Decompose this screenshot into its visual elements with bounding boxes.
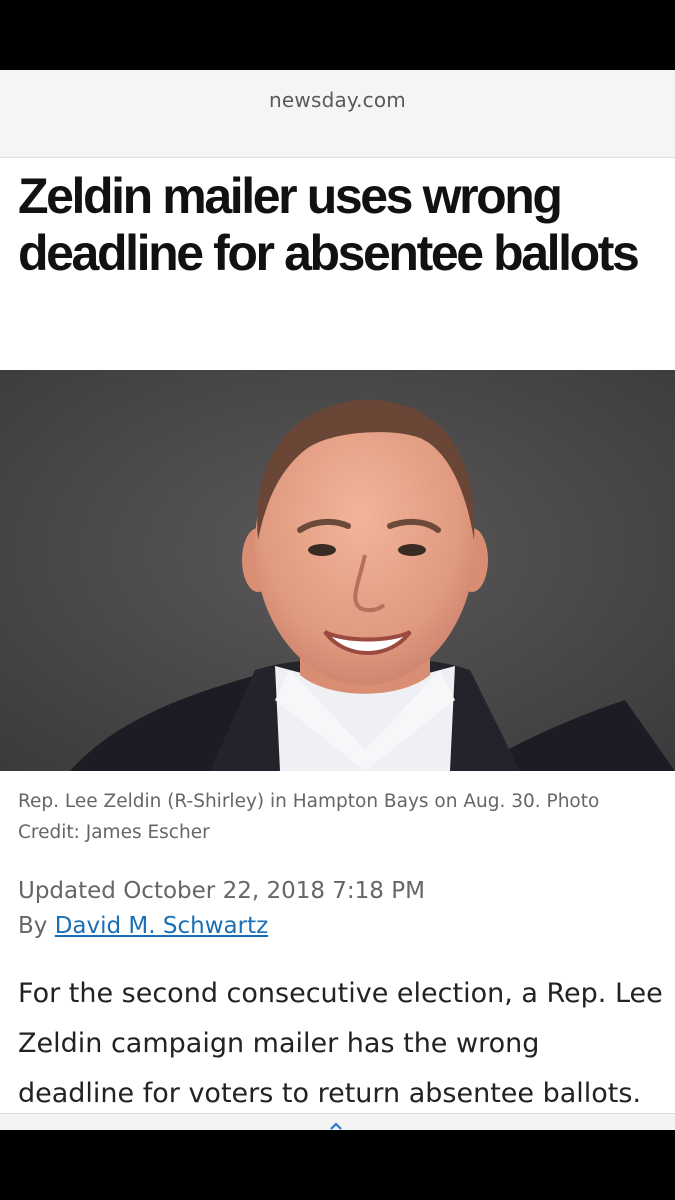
system-nav-bar [0,1130,675,1200]
article-headline: Zeldin mailer uses wrong deadline for ab… [18,168,640,281]
article-body-paragraph: For the second consecutive election, a R… [18,978,663,1109]
browser-url-bar: newsday.com [0,70,675,207]
chevron-up-icon[interactable] [330,1122,342,1130]
url-text[interactable]: newsday.com [0,88,675,112]
photo-caption: Rep. Lee Zeldin (R-Shirley) in Hampton B… [18,791,600,843]
updated-timestamp: Updated October 22, 2018 7:18 PM [18,878,425,904]
byline: By David M. Schwartz [18,909,658,943]
byline-prefix: By [18,913,55,939]
article-photo [0,370,675,771]
article-page: Zeldin mailer uses wrong deadline for ab… [0,158,675,1130]
author-link[interactable]: David M. Schwartz [55,913,268,939]
status-bar [0,0,675,70]
